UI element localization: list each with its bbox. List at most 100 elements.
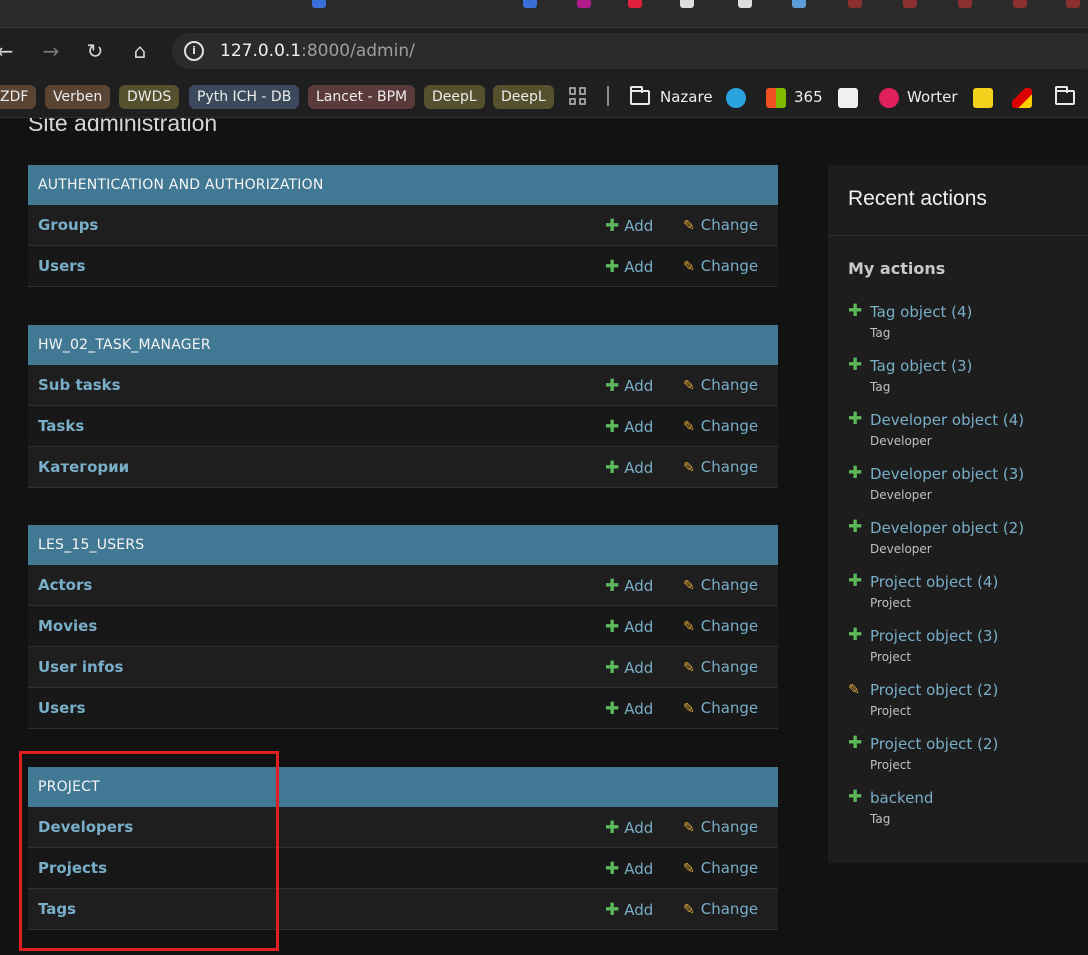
model-link-users[interactable]: Users (38, 257, 86, 275)
model-link-actors[interactable]: Actors (38, 576, 92, 594)
change-link[interactable]: ✎ Change (683, 859, 758, 877)
add-icon: ✚ (848, 355, 863, 375)
recent-action-link[interactable]: Project object (2) (870, 681, 998, 699)
change-link[interactable]: ✎ Change (683, 417, 758, 435)
recent-action-link[interactable]: Developer object (4) (870, 411, 1024, 429)
recent-action-link[interactable]: backend (870, 789, 933, 807)
module-caption[interactable]: LES_15_USERS (28, 525, 778, 565)
recent-action-type: Developer (870, 434, 932, 448)
change-label: Change (700, 257, 759, 275)
module-caption[interactable]: AUTHENTICATION AND AUTHORIZATION (28, 165, 778, 205)
bookmark-verben[interactable]: Verben (45, 85, 111, 109)
bookmark-l[interactable] (973, 84, 1001, 110)
add-label: Add (624, 377, 654, 395)
tab-favicon[interactable] (1066, 0, 1080, 8)
bookmark-deepl[interactable]: DeepL (424, 85, 485, 109)
bookmark-365[interactable]: 365 (766, 84, 823, 110)
recent-action-link[interactable]: Developer object (2) (870, 519, 1024, 537)
bookmark-lancet-bpm[interactable]: Lancet - BPM (308, 85, 416, 109)
forward-arrow-icon[interactable]: → (38, 38, 64, 64)
bookmark-separator (607, 86, 609, 106)
tab-favicon[interactable] (312, 0, 326, 8)
change-link[interactable]: ✎ Change (683, 576, 758, 594)
module-caption[interactable]: HW_02_TASK_MANAGER (28, 325, 778, 365)
tab-favicon[interactable] (792, 0, 806, 8)
add-link[interactable]: ✚ Add (605, 859, 653, 879)
add-link[interactable]: ✚ Add (605, 216, 653, 236)
recent-action-link[interactable]: Project object (4) (870, 573, 998, 591)
recent-actions-panel: Recent actions My actions ✚ Tag object (… (828, 165, 1088, 863)
recent-action-link[interactable]: Tag object (4) (870, 303, 972, 321)
tab-favicon[interactable] (577, 0, 591, 8)
apps-grid-icon[interactable] (569, 87, 587, 105)
change-link[interactable]: ✎ Change (683, 617, 758, 635)
bookmark-cards[interactable] (838, 84, 866, 110)
change-link[interactable]: ✎ Change (683, 458, 758, 476)
add-link[interactable]: ✚ Add (605, 658, 653, 678)
change-link[interactable]: ✎ Change (683, 900, 758, 918)
url-path: :8000/admin/ (301, 41, 415, 61)
add-label: Add (624, 577, 654, 595)
bookmark-deepl-2[interactable]: DeepL (493, 85, 554, 109)
module-les-15-users: LES_15_USERS Actors ✚ Add ✎ Change Movies … (28, 525, 778, 729)
change-link[interactable]: ✎ Change (683, 216, 758, 234)
add-link[interactable]: ✚ Add (605, 818, 653, 838)
change-link[interactable]: ✎ Change (683, 699, 758, 717)
tab-favicon[interactable] (903, 0, 917, 8)
bookmark-folder-nazare[interactable]: Nazare (630, 84, 713, 110)
model-link-categories[interactable]: Категории (38, 458, 129, 476)
plus-icon: ✚ (605, 576, 620, 596)
add-link[interactable]: ✚ Add (605, 617, 653, 637)
add-link[interactable]: ✚ Add (605, 417, 653, 437)
add-icon: ✚ (848, 625, 863, 645)
url-input[interactable]: i 127.0.0.1:8000/admin/ (172, 33, 1088, 69)
tab-favicon[interactable] (523, 0, 537, 8)
address-bar: ← → ↻ ⌂ i 127.0.0.1:8000/admin/ (0, 28, 1088, 74)
pencil-icon: ✎ (683, 701, 695, 717)
site-info-icon[interactable]: i (184, 41, 204, 61)
add-link[interactable]: ✚ Add (605, 257, 653, 277)
back-arrow-icon[interactable]: ← (0, 38, 18, 64)
add-link[interactable]: ✚ Add (605, 576, 653, 596)
recent-action-link[interactable]: Developer object (3) (870, 465, 1024, 483)
change-label: Change (700, 859, 759, 877)
change-link[interactable]: ✎ Change (683, 257, 758, 275)
model-link-groups[interactable]: Groups (38, 216, 98, 234)
bookmark-pyth-ich-db[interactable]: Pyth ICH - DB (189, 85, 300, 109)
recent-action-link[interactable]: Tag object (3) (870, 357, 972, 375)
add-link[interactable]: ✚ Add (605, 458, 653, 478)
bookmark-telegram[interactable] (726, 84, 754, 110)
tab-favicon[interactable] (738, 0, 752, 8)
recent-action-type: Project (870, 758, 912, 772)
add-icon: ✚ (848, 409, 863, 429)
bookmark-zdf[interactable]: ZDF (0, 85, 37, 109)
add-link[interactable]: ✚ Add (605, 376, 653, 396)
recent-action-link[interactable]: Project object (2) (870, 735, 998, 753)
model-link-movies[interactable]: Movies (38, 617, 97, 635)
tab-favicon[interactable] (958, 0, 972, 8)
tab-favicon[interactable] (1013, 0, 1027, 8)
add-icon: ✚ (848, 517, 863, 537)
home-icon[interactable]: ⌂ (127, 38, 153, 64)
model-link-tasks[interactable]: Tasks (38, 417, 84, 435)
pencil-icon: ✎ (683, 902, 695, 918)
change-link[interactable]: ✎ Change (683, 376, 758, 394)
add-icon: ✚ (848, 463, 863, 483)
tab-favicon[interactable] (680, 0, 694, 8)
model-row: Tasks ✚ Add ✎ Change (28, 406, 778, 447)
model-link-user-infos[interactable]: User infos (38, 658, 123, 676)
model-link-users[interactable]: Users (38, 699, 86, 717)
recent-action-link[interactable]: Project object (3) (870, 627, 998, 645)
change-link[interactable]: ✎ Change (683, 658, 758, 676)
tab-favicon[interactable] (628, 0, 642, 8)
bookmark-dwds[interactable]: DWDS (119, 85, 180, 109)
change-link[interactable]: ✎ Change (683, 818, 758, 836)
model-link-sub-tasks[interactable]: Sub tasks (38, 376, 121, 394)
tab-favicon[interactable] (848, 0, 862, 8)
add-link[interactable]: ✚ Add (605, 699, 653, 719)
add-link[interactable]: ✚ Add (605, 900, 653, 920)
bookmark-flag[interactable] (1012, 84, 1040, 110)
bookmark-folder[interactable] (1055, 84, 1085, 110)
bookmark-worter[interactable]: Worter (879, 84, 958, 110)
reload-icon[interactable]: ↻ (82, 38, 108, 64)
